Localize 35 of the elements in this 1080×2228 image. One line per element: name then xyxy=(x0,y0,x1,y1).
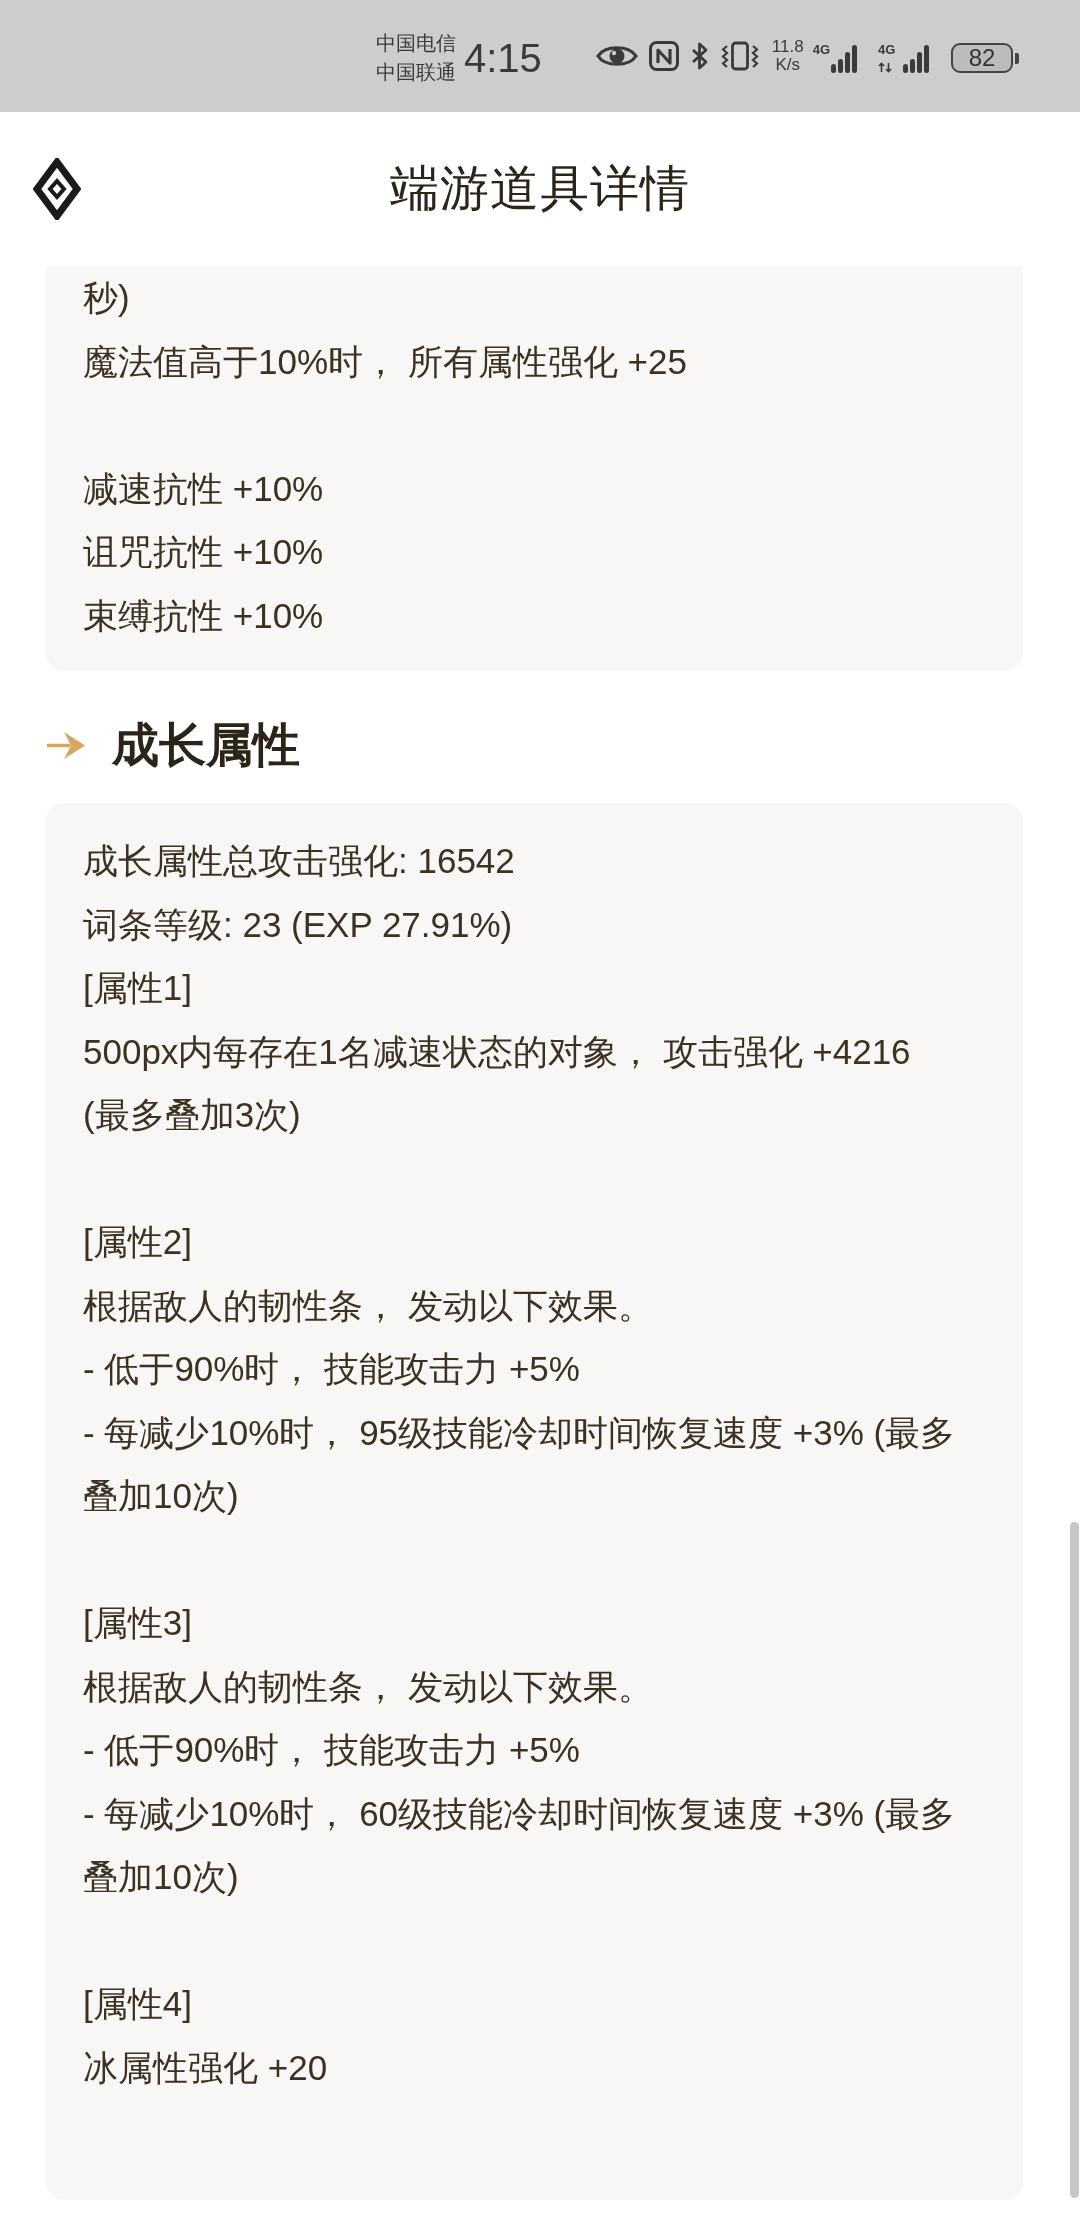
attribute-text: 根据敌人的韧性条， 发动以下效果。 xyxy=(83,1665,654,1708)
network-type-label: 4G xyxy=(812,43,831,56)
attribute-text: [属性2] xyxy=(83,1221,193,1263)
page-title: 端游道具详情 xyxy=(390,160,690,217)
attribute-text: - 每减少10%时， 95级技能冷却时间恢复速度 +3% (最多叠加10次) xyxy=(83,1411,957,1517)
battery-indicator: 82 xyxy=(951,43,1020,73)
nfc-icon xyxy=(648,41,679,71)
vibrate-icon xyxy=(719,41,760,71)
attribute-text: 冰属性强化 +20 xyxy=(83,2046,329,2089)
attribute-text: - 低于90%时， 技能攻击力 +5% xyxy=(83,1348,581,1390)
network-speed-unit: K/s xyxy=(775,56,801,74)
attribute-text: - 每减少10%时， 60级技能冷却时间恢复速度 +3% (最多叠加10次) xyxy=(83,1792,957,1898)
attribute-text: [属性4] xyxy=(83,1983,193,2025)
carrier-name: 中国电信 xyxy=(376,30,456,56)
diamond-logo-icon[interactable] xyxy=(33,158,81,220)
clock-time: 4:15 xyxy=(464,38,542,78)
attribute-text: [属性3] xyxy=(83,1602,193,1644)
attribute-text: 秒) xyxy=(83,277,131,319)
network-speed-value: 11.8 xyxy=(771,38,804,56)
attribute-text: 成长属性总攻击强化: 16542 xyxy=(83,840,516,882)
signal-icon xyxy=(903,45,931,73)
attribute-text: 束缚抗性 +10% xyxy=(83,594,325,637)
attribute-text: - 低于90%时， 技能攻击力 +5% xyxy=(83,1729,581,1771)
section-title: 成长属性 xyxy=(112,717,300,773)
attribute-text: (最多叠加3次) xyxy=(83,1094,302,1136)
signal-icon xyxy=(831,45,859,73)
attribute-text: 500px内每存在1名减速状态的对象， 攻击强化 +4216 xyxy=(83,1030,912,1073)
attribute-text: [属性1] xyxy=(83,967,193,1009)
attribute-text: 诅咒抗性 +10% xyxy=(83,531,325,573)
network-type-label: 4G xyxy=(878,43,897,56)
attribute-text: 魔法值高于10%时， 所有属性强化 +25 xyxy=(83,340,688,383)
attribute-text: 词条等级: 23 (EXP 27.91%) xyxy=(83,903,514,946)
attribute-text: 根据敌人的韧性条， 发动以下效果。 xyxy=(83,1284,654,1327)
carrier-name: 中国联通 xyxy=(376,59,456,85)
attribute-text: 减速抗性 +10% xyxy=(83,467,325,510)
